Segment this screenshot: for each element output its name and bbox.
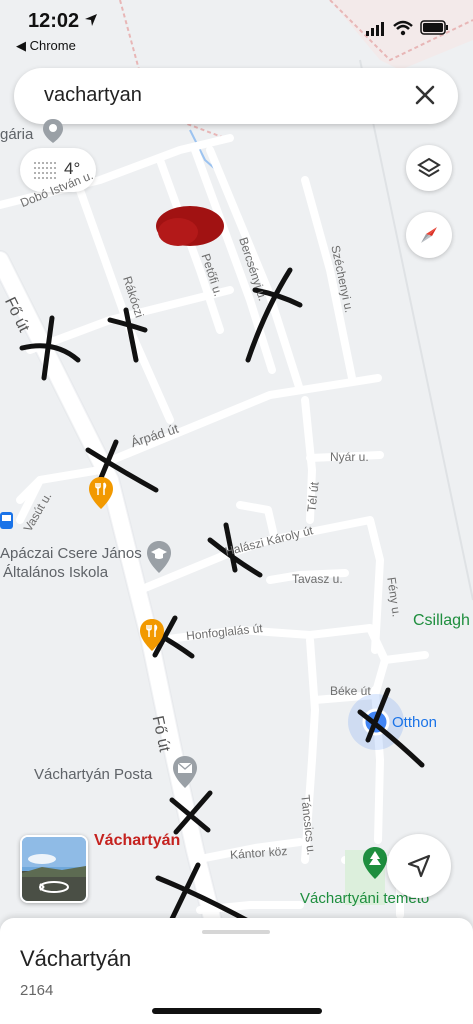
sheet-drag-handle[interactable]	[202, 930, 270, 934]
compass-button[interactable]	[406, 212, 452, 258]
street-view-preview-image	[22, 837, 86, 901]
poi-label-school-line2[interactable]: Általános Iskola	[3, 564, 108, 581]
layers-button[interactable]	[406, 145, 452, 191]
location-arrow-icon	[85, 14, 97, 26]
signal-icon	[366, 22, 384, 36]
place-postal-code: 2164	[20, 982, 54, 999]
poi-label-otthon[interactable]: Otthon	[392, 714, 437, 731]
battery-icon	[420, 20, 448, 35]
restaurant-pin-icon[interactable]	[139, 618, 165, 652]
place-bottom-sheet[interactable]: Váchartyán 2164	[0, 918, 473, 1024]
poi-label-posta[interactable]: Váchartyán Posta	[34, 766, 152, 783]
street-label-tavasz: Tavasz u.	[292, 572, 343, 586]
search-input[interactable]: vachartyan	[44, 84, 142, 107]
status-time: 12:02	[28, 10, 80, 32]
close-icon[interactable]	[410, 80, 440, 110]
search-bar[interactable]: vachartyan	[14, 68, 458, 124]
navigation-arrow-icon	[407, 854, 431, 878]
compass-icon	[421, 227, 437, 243]
wifi-icon	[393, 20, 413, 36]
town-label[interactable]: Váchartyán	[94, 832, 180, 850]
directions-button[interactable]	[387, 834, 451, 898]
street-view-thumbnail[interactable]	[20, 835, 88, 903]
street-label-beke: Béke út	[330, 684, 371, 698]
fog-icon	[34, 162, 56, 179]
street-label-nyar: Nyár u.	[330, 450, 369, 464]
park-pin-icon[interactable]	[362, 846, 388, 880]
layers-icon	[417, 157, 441, 178]
poi-label-garia[interactable]: gária	[0, 126, 33, 143]
back-to-chrome-link[interactable]: ◀ Chrome	[16, 38, 76, 54]
mail-pin-icon[interactable]	[172, 755, 198, 789]
pin-icon	[43, 119, 63, 143]
poi-label-csillag[interactable]: Csillagh	[413, 612, 470, 630]
restaurant-pin-icon[interactable]	[88, 476, 114, 510]
school-pin-icon[interactable]	[146, 540, 172, 574]
home-indicator[interactable]	[152, 1008, 322, 1014]
bus-stop-icon[interactable]	[0, 512, 14, 530]
poi-label-school-line1[interactable]: Apáczai Csere János	[0, 545, 142, 562]
place-name: Váchartyán	[20, 946, 132, 971]
status-bar: 12:02 ◀ Chrome	[0, 0, 473, 60]
